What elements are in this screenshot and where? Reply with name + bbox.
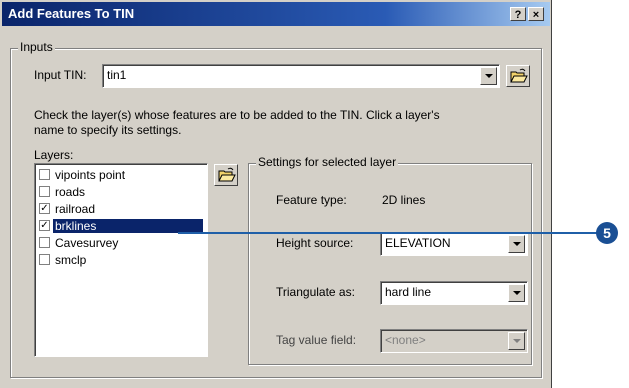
feature-type-label: Feature type: — [276, 193, 347, 207]
callout-leader-line — [178, 232, 602, 234]
layer-item-railroad[interactable]: ✓ railroad — [37, 201, 205, 217]
triangulate-select[interactable]: hard line — [380, 281, 528, 305]
layer-checkbox[interactable] — [39, 254, 50, 265]
help-button[interactable]: ? — [510, 7, 526, 21]
layer-item-vipoints-point[interactable]: vipoints point — [37, 167, 205, 183]
input-tin-value: tin1 — [107, 68, 127, 82]
layer-checkbox[interactable] — [39, 169, 50, 180]
height-source-dropdown-button[interactable] — [508, 235, 525, 253]
layers-list[interactable]: vipoints point roads ✓ railroad ✓ brklin… — [34, 163, 208, 357]
layer-label: roads — [55, 185, 86, 199]
layers-label: Layers: — [34, 148, 74, 162]
layer-label: vipoints point — [55, 168, 126, 182]
layer-label: smclp — [55, 253, 87, 267]
open-folder-icon — [510, 68, 528, 83]
layer-label: railroad — [55, 202, 96, 216]
tag-value-label: Tag value field: — [276, 333, 357, 347]
height-source-label: Height source: — [276, 236, 354, 250]
title-bar[interactable]: Add Features To TIN ? × — [2, 2, 550, 26]
add-features-to-tin-dialog: Add Features To TIN ? × Inputs Input TIN… — [0, 0, 552, 388]
layer-checkbox[interactable] — [39, 237, 50, 248]
layer-item-cavesurvey[interactable]: Cavesurvey — [37, 235, 205, 251]
triangulate-label: Triangulate as: — [276, 285, 355, 299]
layer-browse-button[interactable] — [214, 164, 238, 186]
height-source-select[interactable]: ELEVATION — [380, 232, 528, 256]
settings-group-label: Settings for selected layer — [256, 155, 399, 169]
input-tin-combo[interactable]: tin1 — [102, 64, 500, 88]
feature-type-value: 2D lines — [382, 193, 426, 207]
tag-value-dropdown-button[interactable] — [508, 332, 525, 350]
input-tin-label: Input TIN: — [34, 68, 87, 82]
step-callout: 5 — [596, 222, 618, 244]
instructions-line-1: Check the layer(s) whose features are to… — [34, 108, 440, 122]
open-folder-icon — [218, 167, 236, 182]
layer-checkbox[interactable]: ✓ — [39, 203, 50, 214]
height-source-value: ELEVATION — [385, 236, 451, 250]
triangulate-dropdown-button[interactable] — [508, 284, 525, 302]
inputs-group-label: Inputs — [18, 40, 55, 54]
layer-label: Cavesurvey — [55, 236, 119, 250]
layer-checkbox[interactable] — [39, 186, 50, 197]
triangulate-value: hard line — [385, 285, 432, 299]
layer-item-smclp[interactable]: smclp — [37, 252, 205, 268]
input-tin-browse-button[interactable] — [506, 65, 530, 87]
tag-value-select[interactable]: <none> — [380, 329, 528, 353]
layer-item-roads[interactable]: roads — [37, 184, 205, 200]
close-button[interactable]: × — [528, 7, 544, 21]
window-title: Add Features To TIN — [8, 6, 135, 21]
layer-label: brklines — [52, 218, 204, 234]
instructions-line-2: name to specify its settings. — [34, 123, 182, 137]
input-tin-dropdown-button[interactable] — [480, 67, 497, 85]
layer-checkbox[interactable]: ✓ — [39, 220, 50, 231]
tag-value-value: <none> — [385, 333, 426, 347]
